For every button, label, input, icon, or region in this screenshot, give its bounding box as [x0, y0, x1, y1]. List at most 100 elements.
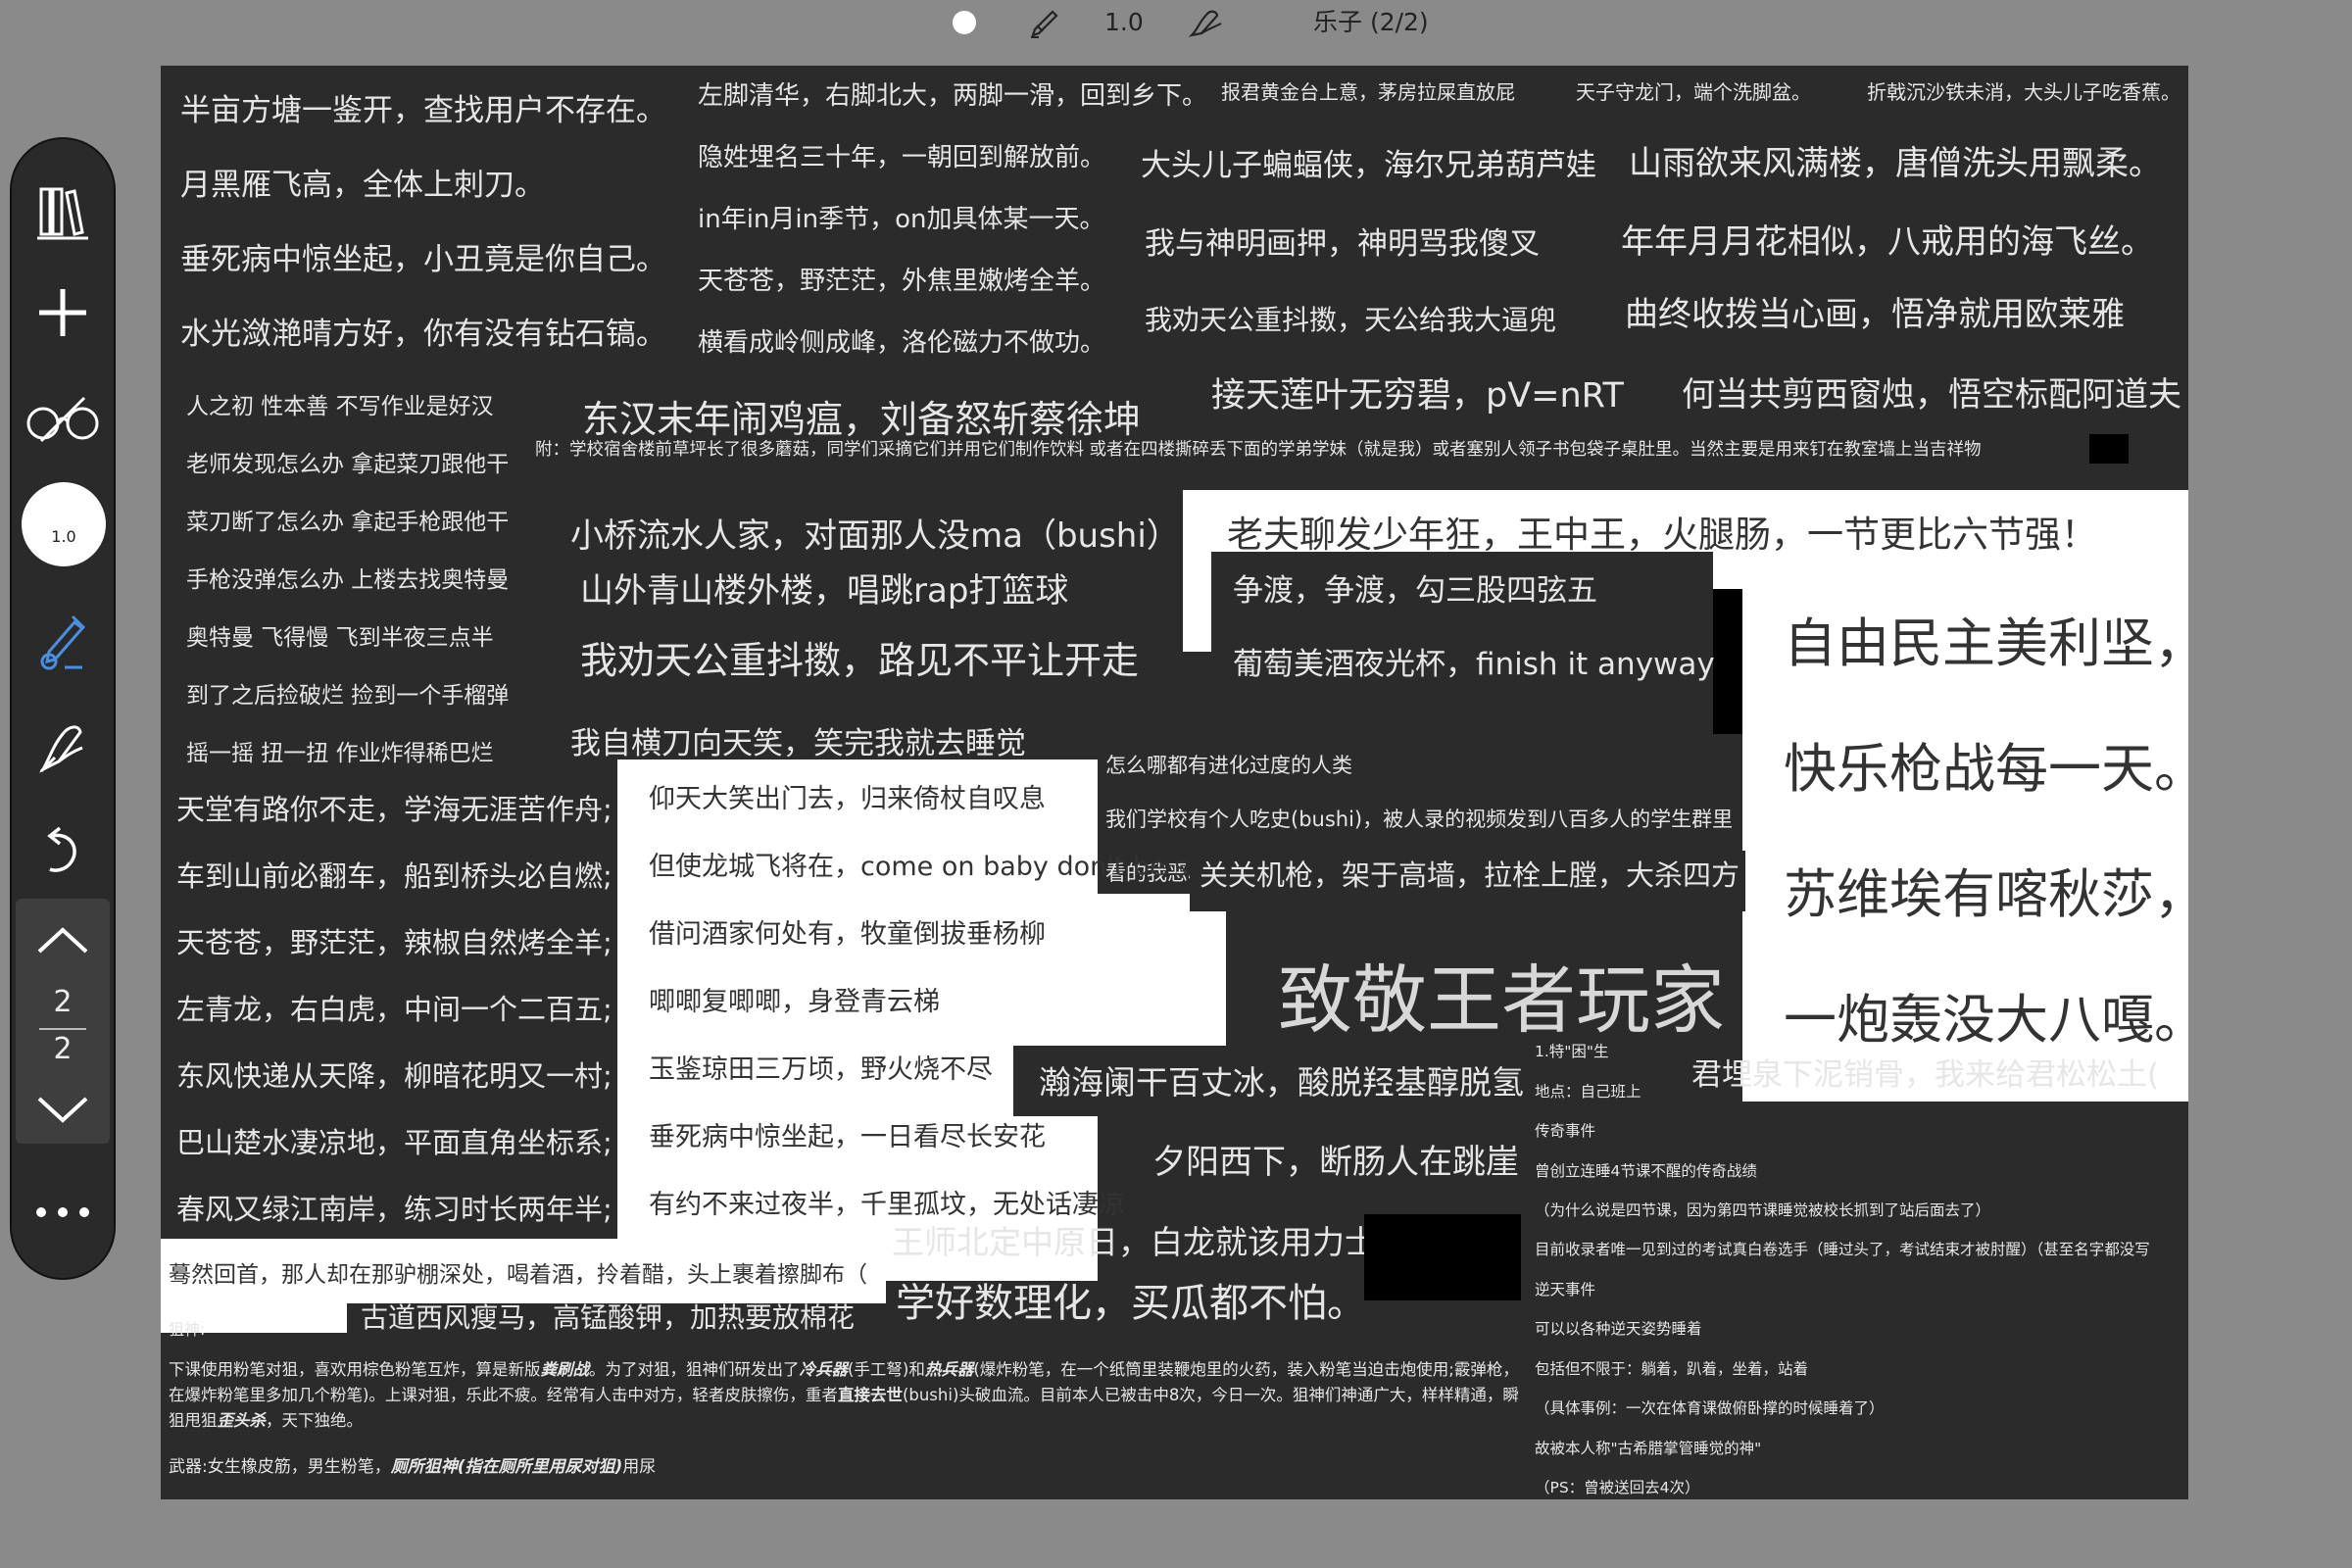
- pen-icon[interactable]: [12, 600, 114, 678]
- note-line: 东风快递从天降，柳暗花明又一村;: [176, 1059, 612, 1093]
- note-line: （为什么说是四节课，因为第四节课睡觉被校长抓到了站后面去了）: [1535, 1201, 1991, 1219]
- sniper-bold: 厕所狙神(指在厕所里用尿对狙): [390, 1457, 623, 1477]
- note-line: 君埋泉下泥销骨，我来给君松松土(: [1691, 1057, 2160, 1093]
- page-divider: [39, 1028, 86, 1030]
- note-canvas[interactable]: 半亩方塘一鉴开，查找用户不存在。 月黑雁飞高，全体上刺刀。 垂死病中惊坐起，小丑…: [161, 66, 2188, 1499]
- note-line: 自由民主美利坚，: [1784, 612, 2188, 674]
- sniper-weapons: 武器:女生橡皮筋，男生粉笔，厕所狙神(指在厕所里用尿对狙)用尿: [169, 1457, 656, 1477]
- note-line: 仰天大笑出门去，归来倚杖自叹息: [649, 784, 1046, 814]
- note-line: 车到山前必翻车，船到桥头必自燃;: [176, 859, 612, 893]
- note-line: 隐姓埋名三十年，一朝回到解放前。: [698, 143, 1106, 172]
- note-line: 王师北定中原日，白龙就该用力士: [892, 1223, 1377, 1261]
- note-line: 报君黄金台上意，茅房拉屎直放屁: [1221, 80, 1515, 104]
- note-line: 何当共剪西窗烛，悟空标配阿道夫: [1682, 375, 2181, 415]
- note-line: 瀚海阑干百丈冰，酸脱羟基醇脱氢: [1039, 1063, 1524, 1102]
- page-navigator: 2 2: [16, 899, 110, 1144]
- note-line: 老师发现怎么办 拿起菜刀跟他干: [186, 452, 510, 477]
- note-line: in年in月in季节，on加具体某一天。: [698, 205, 1105, 234]
- note-line: 1.特"困"生: [1535, 1043, 1609, 1060]
- note-line: 人之初 性本善 不写作业是好汉: [186, 394, 494, 419]
- note-line: 可以以各种逆天姿势睡着: [1535, 1320, 1702, 1338]
- note-line: 蓦然回首，那人却在那驴棚深处，喝着酒，拎着醋，头上裹着擦脚布（: [169, 1262, 867, 1288]
- note-line: 巴山楚水凄凉地，平面直角坐标系;: [176, 1126, 612, 1159]
- note-line: 传奇事件: [1535, 1122, 1596, 1140]
- note-line: 曲终收拨当心画，悟净就用欧莱雅: [1625, 295, 2125, 334]
- note-line: 玉鉴琼田三万顷，野火烧不尽: [649, 1054, 993, 1085]
- page-current: 2: [53, 985, 73, 1019]
- add-icon[interactable]: [12, 278, 114, 347]
- ink-blot: [2089, 434, 2129, 464]
- note-line: 我们学校有个人吃史(bushi)，被人录的视频发到八百多人的学生群里: [1105, 808, 1734, 831]
- note-line: 葡萄美酒夜光杯，finish it anyway: [1233, 647, 1715, 682]
- note-line: 一炮轰没大八嘎。: [1784, 989, 2188, 1051]
- note-line: （具体事例：一次在体育课做俯卧撑的时候睡着了）: [1535, 1399, 1885, 1417]
- page-up-chevron-icon[interactable]: [16, 910, 110, 969]
- note-line: 快乐枪战每一天。: [1784, 738, 2188, 800]
- sniper-bold: 直接去世: [837, 1386, 903, 1404]
- note-line: 学好数理化，买瓜都不怕。: [896, 1281, 1366, 1326]
- note-line: 唧唧复唧唧，身登青云梯: [649, 987, 940, 1017]
- note-line: 横看成岭侧成峰，洛伦磁力不做功。: [698, 328, 1106, 358]
- note-line: 到了之后捡破烂 捡到一个手榴弹: [186, 683, 510, 709]
- note-line: 我自横刀向天笑，笑完我就去睡觉: [570, 726, 1026, 761]
- note-line: 左青龙，右白虎，中间一个二百五;: [176, 993, 612, 1026]
- document-title: 乐子 (2/2): [1313, 8, 1429, 36]
- note-line: 天苍苍，野茫茫，辣椒自然烤全羊;: [176, 926, 612, 959]
- undo-icon[interactable]: [12, 815, 114, 884]
- note-line: 争渡，争渡，勾三股四弦五: [1233, 573, 1597, 609]
- size-value: 1.0: [1104, 8, 1144, 36]
- page-total: 2: [53, 1032, 73, 1066]
- note-line: 天苍苍，野茫茫，外焦里嫩烤全羊。: [698, 267, 1106, 296]
- note-line: 左脚清华，右脚北大，两脚一滑，回到乡下。: [698, 81, 1208, 111]
- note-line: 目前收录者唯一见到过的考试真白卷选手（睡过头了，考试结束才被肘醒）（甚至名字都没…: [1535, 1241, 2150, 1258]
- note-line: 小桥流水人家，对面那人没ma（bushi）: [570, 516, 1180, 556]
- sniper-text: (手工弩)和: [848, 1360, 925, 1379]
- sniper-bold: 热兵器: [924, 1360, 974, 1379]
- note-line: 借问酒家何处有，牧童倒拔垂杨柳: [649, 919, 1046, 950]
- note-line: 逆天事件: [1535, 1281, 1596, 1298]
- sniper-text: 。为了对狙，狙神们研发出了: [589, 1360, 800, 1379]
- note-line: 摇一摇 扭一扭 作业炸得稀巴烂: [186, 741, 494, 766]
- note-line: 垂死病中惊坐起，小丑竟是你自己。: [180, 242, 666, 277]
- note-line: 夕阳西下，断肠人在跳崖: [1152, 1143, 1519, 1182]
- sniper-text: ，天下独绝。: [266, 1411, 363, 1430]
- sniper-text: 下课使用粉笔对狙，喜欢用棕色粉笔互炸，算是新版: [169, 1360, 541, 1379]
- note-line: 古道西风瘦马，高锰酸钾，加热要放棉花: [361, 1301, 856, 1334]
- sniper-body: 下课使用粉笔对狙，喜欢用棕色粉笔互炸，算是新版粪刷战。为了对狙，狙神们研发出了冷…: [169, 1357, 1533, 1434]
- note-line: （PS：曾被送回去4次）: [1535, 1479, 1700, 1496]
- note-line: 老夫聊发少年狂，王中王，火腿肠，一节更比六节强！: [1227, 514, 2097, 556]
- highlighter-tool-icon[interactable]: [1188, 8, 1225, 46]
- note-line: 春风又绿江南岸，练习时长两年半;: [176, 1193, 612, 1226]
- note-line: 接天莲叶无穷碧，pV=nRT: [1211, 376, 1624, 416]
- note-line: 手枪没弹怎么办 上楼去找奥特曼: [186, 567, 510, 593]
- top-toolbar: 1.0 乐子 (2/2): [0, 0, 2352, 49]
- glasses-icon[interactable]: [12, 384, 114, 453]
- note-line: 包括但不限于：躺着，趴着，坐着，站着: [1535, 1360, 1809, 1378]
- more-options-icon[interactable]: [12, 1188, 114, 1237]
- note-line: 关关机枪，架于高墙，拉栓上膛，大杀四方: [1200, 858, 1740, 892]
- pen-tool-icon[interactable]: [1029, 8, 1062, 46]
- ink-blot: [1364, 1214, 1521, 1300]
- note-line: 我劝天公重抖擞，天公给我大逼兜: [1145, 304, 1557, 336]
- note-line: 地点：自己班上: [1535, 1083, 1642, 1101]
- note-line: 奥特曼 飞得慢 飞到半夜三点半: [186, 625, 494, 651]
- note-line: 月黑雁飞高，全体上刺刀。: [180, 168, 545, 203]
- note-line: 东汉末年闹鸡瘟，刘备怒斩蔡徐坤: [582, 398, 1142, 441]
- note-line: 半亩方塘一鉴开，查找用户不存在。: [180, 93, 666, 128]
- note-line: 怎么哪都有进化过度的人类: [1105, 754, 1352, 777]
- brush-size-button[interactable]: 1.0: [22, 482, 106, 566]
- library-icon[interactable]: [12, 176, 114, 245]
- note-line: 苏维埃有喀秋莎，: [1784, 863, 2188, 925]
- note-line: 我与神明画押，神明骂我傻叉: [1145, 226, 1540, 262]
- note-line: 山外青山楼外楼，唱跳rap打篮球: [580, 571, 1069, 611]
- note-line: 垂死病中惊坐起，一日看尽长安花: [649, 1122, 1046, 1152]
- left-sidebar: 1.0 2 2: [10, 137, 116, 1280]
- note-line: 曾创立连睡4节课不醒的传奇战绩: [1535, 1162, 1757, 1180]
- page-down-chevron-icon[interactable]: [16, 1081, 110, 1140]
- highlighter-icon[interactable]: [12, 706, 114, 784]
- brush-size-dot-icon[interactable]: [953, 11, 976, 34]
- brush-size-label: 1.0: [51, 527, 76, 546]
- note-line: 故被本人称"古希腊掌管睡觉的神": [1535, 1440, 1762, 1457]
- sniper-text: 武器:女生橡皮筋，男生粉笔，: [169, 1457, 391, 1477]
- king-title: 致敬王者玩家: [1278, 956, 1725, 1044]
